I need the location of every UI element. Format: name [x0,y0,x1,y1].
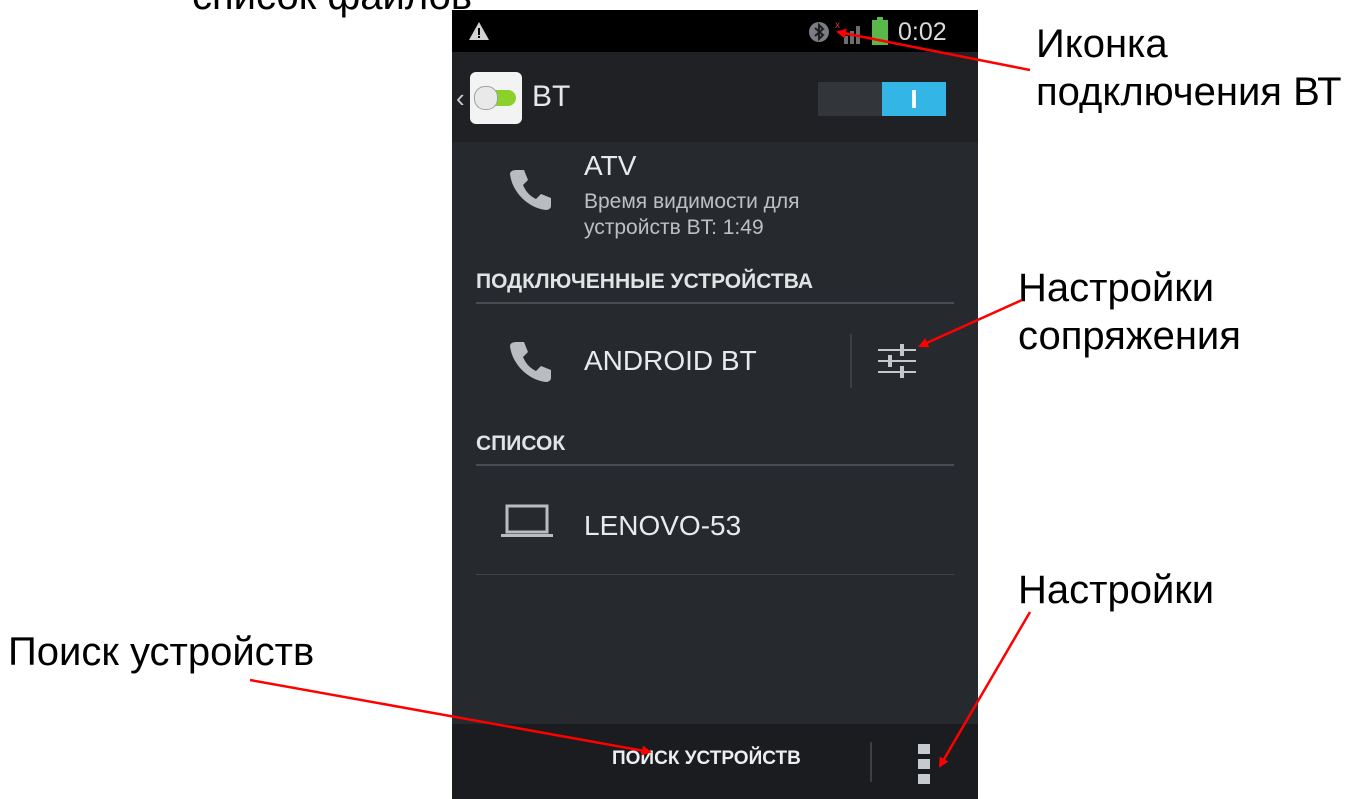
switch-thumb: I [882,82,946,116]
list-divider [476,574,954,575]
bottom-action-bar: ПОИСК УСТРОЙСТВ [452,724,978,799]
bottom-separator [870,742,872,782]
section-divider [476,464,954,466]
bt-app-icon[interactable] [470,72,522,124]
connected-device-name: ANDROID BT [584,345,757,376]
switch-state-label: I [910,84,918,114]
phone-screen: x 0:02 ‹ BT I ATV Время видимости для ус… [452,10,978,799]
search-devices-button[interactable]: ПОИСК УСТРОЙСТВ [612,748,801,770]
settings-annotation: Настройки [1018,568,1215,612]
overflow-menu-icon[interactable] [918,744,930,784]
battery-icon [872,17,888,45]
row-separator [850,334,852,388]
connected-section-header: ПОДКЛЮЧЕННЫЕ УСТРОЙСТВА [476,270,813,293]
self-device-name: ATV [584,150,637,181]
laptop-icon [501,504,553,537]
signal-icon: x [835,20,860,44]
page-title: BT [532,80,571,113]
phone-icon [510,342,551,382]
warning-icon [469,22,489,40]
back-chevron-icon[interactable]: ‹ [456,85,465,111]
action-bar: ‹ BT I [452,52,978,142]
settings-sliders-icon[interactable] [876,342,918,380]
search-annotation: Поиск устройств [8,630,315,674]
status-bar: x 0:02 [452,10,978,52]
section-divider [476,302,954,304]
pairing-annotation-line2: сопряжения [1018,314,1241,358]
status-time: 0:02 [898,18,947,46]
toggle-knob [474,86,498,110]
phone-icon [510,170,551,210]
pairing-annotation-line1: Настройки [1018,266,1215,310]
available-device-name: LENOVO-53 [584,510,742,541]
list-section-header: СПИСОК [476,432,566,455]
bt-icon-annotation-line1: Иконка [1036,22,1168,66]
bluetooth-icon [809,22,829,42]
svg-text:x: x [835,20,840,31]
bt-icon-annotation-line2: подключения ВТ [1036,70,1342,114]
bluetooth-switch[interactable]: I [818,82,946,116]
visibility-text-line2: устройств BT: 1:49 [584,216,764,239]
visibility-text-line1: Время видимости для [584,190,800,213]
cut-off-caption: список файлов [192,0,472,19]
